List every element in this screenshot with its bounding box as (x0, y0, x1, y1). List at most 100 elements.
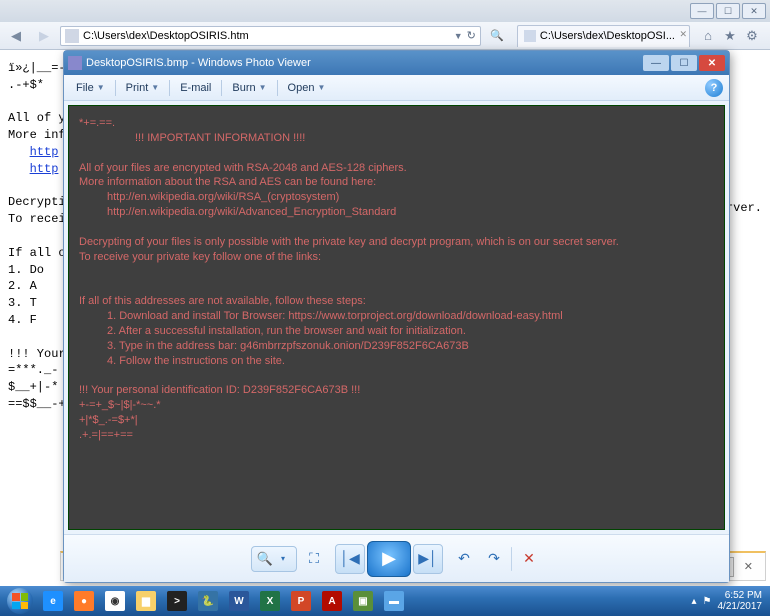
text-line: http://en.wikipedia.org/wiki/Advanced_En… (79, 205, 714, 220)
print-menu[interactable]: Print▼ (120, 80, 166, 96)
clock[interactable]: 6:52 PM 4/21/2017 (718, 590, 763, 612)
text-line: 1. Download and install Tor Browser: htt… (79, 309, 714, 324)
pv-menubar: File▼ Print▼ E-mail Burn▼ Open▼ ? (64, 75, 729, 101)
text-line: +-=+_$~|$|-*~~.* (79, 398, 714, 413)
link[interactable]: http (30, 145, 59, 159)
text-line: http://en.wikipedia.org/wiki/RSA_(crypto… (79, 190, 714, 205)
zoom-control[interactable]: 🔍 ▾ (251, 546, 297, 572)
text-line: .+.=|==+== (79, 428, 714, 443)
text-line: +|*$_.-=$+*| (79, 413, 714, 428)
ie-address-bar: ◀ ▶ ▼ ↻ 🔍 C:\Users\dex\DesktopOSI... ✕ ⌂… (0, 22, 770, 50)
text-line: All of your files are encrypted with RSA… (79, 161, 714, 176)
fit-window-button[interactable]: ⛶ (301, 546, 327, 572)
zoom-icon: 🔍 (256, 551, 274, 567)
browser-tab[interactable]: C:\Users\dex\DesktopOSI... ✕ (517, 25, 690, 47)
taskbar-item-vm[interactable]: ▣ (348, 588, 378, 614)
taskbar-item-photoviewer[interactable]: ▬ (379, 588, 409, 614)
next-button[interactable]: ▶│ (413, 544, 443, 574)
help-icon[interactable]: ? (705, 79, 723, 97)
action-center-icon[interactable]: ⚑ (703, 596, 712, 607)
notification-close-icon[interactable]: ✕ (740, 560, 757, 573)
address-field-wrap[interactable]: ▼ ↻ (60, 26, 481, 46)
taskbar-item-ie[interactable]: e (38, 588, 68, 614)
home-icon[interactable]: ⌂ (700, 28, 716, 44)
file-menu[interactable]: File▼ (70, 80, 111, 96)
ie-minimize-button[interactable]: — (690, 3, 714, 19)
pv-close-button[interactable]: ✕ (699, 55, 725, 71)
page-favicon (65, 29, 79, 43)
link[interactable]: http (30, 162, 59, 176)
rotate-ccw-button[interactable]: ↶ (451, 546, 477, 572)
windows-logo-icon (7, 588, 33, 614)
taskbar-item-cmd[interactable]: > (162, 588, 192, 614)
tab-strip: C:\Users\dex\DesktopOSI... ✕ (517, 25, 690, 47)
address-dropdown-icon[interactable]: ▼ (454, 31, 463, 41)
address-input[interactable] (83, 30, 450, 42)
taskbar-item-powerpoint[interactable]: P (286, 588, 316, 614)
chrome-icon: ◉ (105, 591, 125, 611)
separator (511, 547, 512, 571)
chevron-down-icon: ▼ (259, 83, 267, 92)
date-text: 4/21/2017 (718, 601, 763, 612)
time-text: 6:52 PM (718, 590, 763, 601)
forward-button[interactable]: ▶ (32, 25, 56, 47)
pv-maximize-button[interactable]: ☐ (671, 55, 697, 71)
start-button[interactable] (2, 587, 38, 615)
chevron-down-icon: ▼ (97, 83, 105, 92)
text-line: !!! IMPORTANT INFORMATION !!!! (79, 131, 714, 146)
ie-maximize-button[interactable]: ☐ (716, 3, 740, 19)
refresh-icon[interactable]: ↻ (467, 29, 476, 42)
cmd-icon: > (167, 591, 187, 611)
slideshow-button[interactable]: ▶ (367, 541, 411, 577)
previous-button[interactable]: │◀ (335, 544, 365, 574)
taskbar: e ● ◉ ▆ > 🐍 WXPA ▣ ▬ ▴ ⚑ 6:52 PM 4/21/2017 (0, 586, 770, 616)
tab-close-icon[interactable]: ✕ (679, 29, 687, 40)
taskbar-item-python[interactable]: 🐍 (193, 588, 223, 614)
text-line: If all of this addresses are not availab… (79, 294, 714, 309)
ie-close-button[interactable]: ✕ (742, 3, 766, 19)
pv-app-icon (68, 56, 82, 70)
excel-icon: X (260, 591, 280, 611)
search-icon[interactable]: 🔍 (485, 25, 509, 47)
taskbar-item-firefox[interactable]: ● (69, 588, 99, 614)
burn-menu[interactable]: Burn▼ (226, 80, 272, 96)
toolbar-icons: ⌂ ★ ⚙ (694, 28, 766, 44)
pv-minimize-button[interactable]: — (643, 55, 669, 71)
adobe-icon: A (322, 591, 342, 611)
explorer-icon: ▆ (136, 591, 156, 611)
delete-button[interactable]: ✕ (516, 546, 542, 572)
open-menu[interactable]: Open▼ (282, 80, 332, 96)
rotate-cw-button[interactable]: ↷ (481, 546, 507, 572)
powerpoint-icon: P (291, 591, 311, 611)
taskbar-items: e ● ◉ ▆ > 🐍 WXPA ▣ ▬ (38, 588, 409, 614)
text-line: !!! Your personal identification ID: D23… (79, 383, 714, 398)
chevron-down-icon: ▼ (151, 83, 159, 92)
photoviewer-icon: ▬ (384, 591, 404, 611)
vm-icon: ▣ (353, 591, 373, 611)
text-line: 2. After a successful installation, run … (79, 324, 714, 339)
ie-icon: e (43, 591, 63, 611)
system-tray[interactable]: ▴ ⚑ 6:52 PM 4/21/2017 (692, 590, 769, 612)
pv-toolbar: 🔍 ▾ ⛶ │◀ ▶ ▶│ ↶ ↷ ✕ (64, 534, 729, 582)
tab-favicon (524, 30, 536, 42)
python-icon: 🐍 (198, 591, 218, 611)
taskbar-item-word[interactable]: W (224, 588, 254, 614)
favorites-icon[interactable]: ★ (722, 28, 738, 44)
word-icon: W (229, 591, 249, 611)
firefox-icon: ● (74, 591, 94, 611)
taskbar-item-explorer[interactable]: ▆ (131, 588, 161, 614)
taskbar-item-chrome[interactable]: ◉ (100, 588, 130, 614)
back-button[interactable]: ◀ (4, 25, 28, 47)
email-menu[interactable]: E-mail (174, 80, 217, 96)
pv-titlebar[interactable]: DesktopOSIRIS.bmp - Windows Photo Viewer… (64, 51, 729, 75)
tools-gear-icon[interactable]: ⚙ (744, 28, 760, 44)
ie-titlebar: — ☐ ✕ (0, 0, 770, 22)
taskbar-item-excel[interactable]: X (255, 588, 285, 614)
tray-chevron-icon[interactable]: ▴ (692, 596, 697, 607)
text-line: More information about the RSA and AES c… (79, 175, 714, 190)
text-line: 4. Follow the instructions on the site. (79, 354, 714, 369)
text-line: Decrypting of your files is only possibl… (79, 235, 714, 250)
text-line: 3. Type in the address bar: g46mbrrzpfsz… (79, 339, 714, 354)
chevron-down-icon: ▼ (317, 83, 325, 92)
taskbar-item-adobe[interactable]: A (317, 588, 347, 614)
